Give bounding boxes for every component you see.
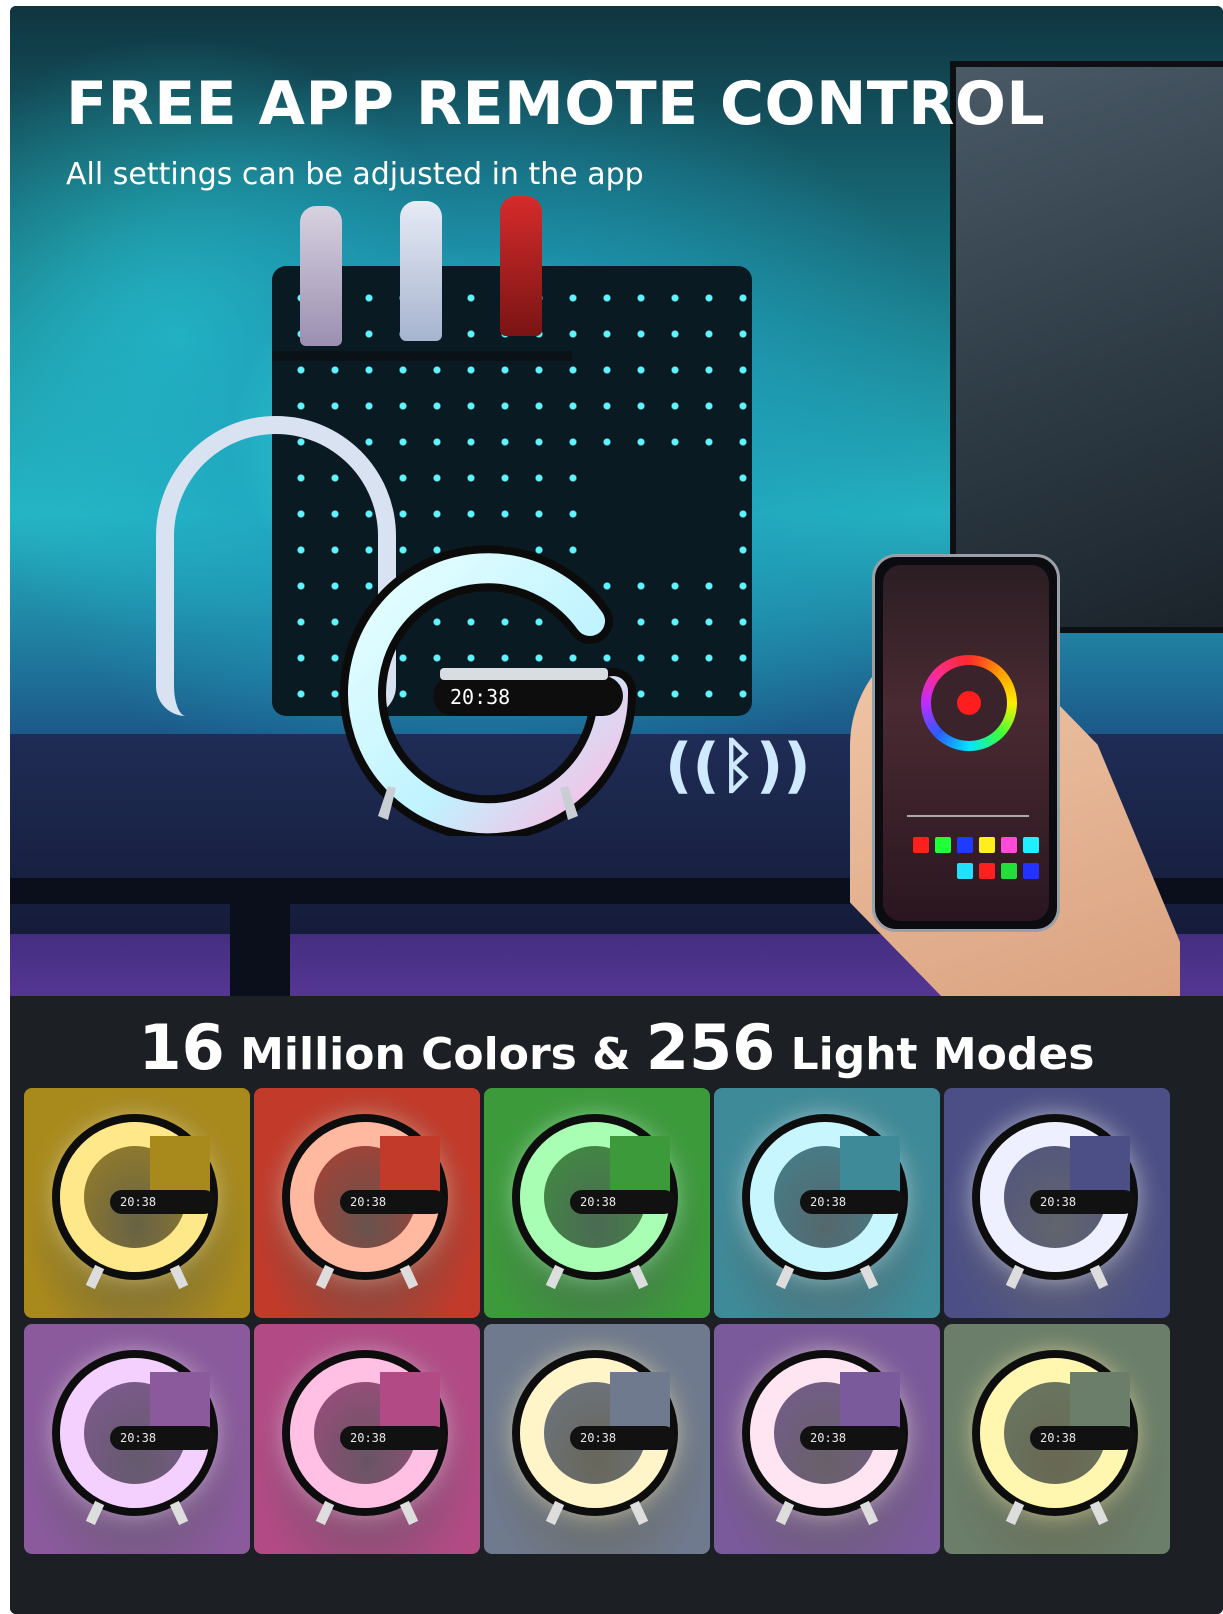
action-figure xyxy=(400,201,442,341)
tile-clock: 20:38 xyxy=(350,1195,387,1209)
bluetooth-icon: ((ᛒ)) xyxy=(665,731,811,801)
color-mode-tile-cyan: 20:38 xyxy=(714,1088,940,1318)
tile-clock: 20:38 xyxy=(810,1195,847,1209)
tile-clock: 20:38 xyxy=(1040,1195,1077,1209)
color-mode-tile-green: 20:38 xyxy=(484,1088,710,1318)
lamp-clock: 20:38 xyxy=(450,685,510,709)
color-mode-tile-lilac: 20:38 xyxy=(714,1324,940,1554)
color-mode-tile-red: 20:38 xyxy=(254,1088,480,1318)
color-mode-tile-yellow: 20:38 xyxy=(24,1088,250,1318)
app-screen xyxy=(883,565,1049,921)
hero-title: FREE APP REMOTE CONTROL xyxy=(66,69,1046,139)
hero-subtitle: All settings can be adjusted in the app xyxy=(66,157,644,192)
colors-heading: 16 Million Colors & 256 Light Modes xyxy=(10,1017,1223,1085)
g-lamp: 20:38 xyxy=(340,545,637,836)
color-mode-tile-indigo: 20:38 xyxy=(944,1088,1170,1318)
color-mode-tile-spring: 20:38 xyxy=(944,1324,1170,1554)
tile-clock: 20:38 xyxy=(1040,1431,1077,1445)
tile-clock: 20:38 xyxy=(810,1431,847,1445)
action-figure xyxy=(300,206,342,346)
colors-count-label: Million Colors & xyxy=(224,1029,646,1080)
color-mode-tile-white-gradient: 20:38 xyxy=(484,1324,710,1554)
action-figure xyxy=(500,196,542,336)
monitor xyxy=(950,61,1223,633)
tile-clock: 20:38 xyxy=(350,1431,387,1445)
modes-label: Light Modes xyxy=(775,1029,1095,1080)
color-mode-tile-pink: 20:38 xyxy=(254,1324,480,1554)
shelf xyxy=(272,351,572,361)
colors-count: 16 xyxy=(138,1011,225,1084)
color-mode-tile-violet: 20:38 xyxy=(24,1324,250,1554)
tile-clock: 20:38 xyxy=(120,1195,157,1209)
modes-count: 256 xyxy=(645,1011,776,1084)
tile-clock: 20:38 xyxy=(580,1195,617,1209)
tile-clock: 20:38 xyxy=(120,1431,157,1445)
hero-scene: 20:38 ((ᛒ)) FREE APP REMOTE CONTROL All … xyxy=(10,6,1223,1021)
product-image: 20:38 ((ᛒ)) FREE APP REMOTE CONTROL All … xyxy=(10,6,1223,1614)
color-grid: 20:38 20:38 20:38 20:38 20:38 20:38 20:38 20:38… xyxy=(24,1088,1210,1608)
tile-clock: 20:38 xyxy=(580,1431,617,1445)
color-wheel-icon xyxy=(921,655,1017,751)
smartphone xyxy=(872,554,1060,932)
